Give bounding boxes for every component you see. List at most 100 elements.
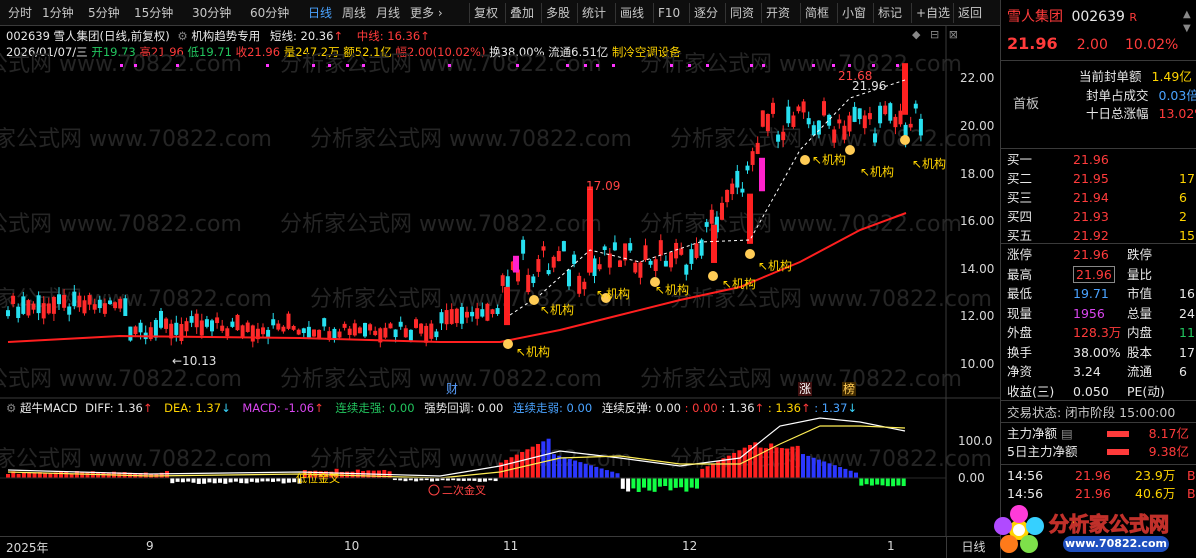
toolbar-button-逐分[interactable]: 逐分 xyxy=(694,4,718,22)
candle-body xyxy=(108,300,112,305)
macd-bar xyxy=(430,478,434,482)
watermark-text: 分析家公式网 www.70822.com xyxy=(0,447,272,472)
macd-bar xyxy=(562,457,567,478)
macd-bar xyxy=(573,460,578,478)
macd-bar xyxy=(822,461,827,478)
toolbar-button-画线[interactable]: 画线 xyxy=(620,4,644,22)
candle-body xyxy=(470,311,475,317)
candle-body xyxy=(296,329,301,335)
tab-月线[interactable]: 月线 xyxy=(376,4,400,22)
macd-bar xyxy=(679,478,684,488)
candle-body xyxy=(393,329,398,338)
cai-label[interactable]: 财 xyxy=(446,382,458,396)
macd-bar xyxy=(525,449,530,478)
toolbar-button-统计[interactable]: 统计 xyxy=(582,4,606,22)
stat-row: 最低 19.71 市值 16 xyxy=(1007,285,1195,303)
macd-bar xyxy=(758,447,763,478)
macd-header: ⚙ 超牛MACD DIFF: 1.36↑ DEA: 1.37↓ MACD: -1… xyxy=(6,400,857,416)
kline-chart[interactable]: 分析家公式网 www.70822.com 分析家公式网 www.70822.com… xyxy=(0,26,1000,536)
stat-label: 股本 xyxy=(1127,344,1153,360)
low-label: ←10.13 xyxy=(172,354,216,368)
toolbar-button-F10[interactable]: F10 xyxy=(658,4,680,22)
macd-bar xyxy=(64,471,69,478)
candle-body xyxy=(449,309,454,324)
book-price: 21.96 xyxy=(1073,152,1109,167)
watermark-text: 分析家公式网 www.70822.com xyxy=(280,212,602,237)
toolbar-divider xyxy=(615,3,616,23)
macd-bar xyxy=(361,471,366,478)
special-candle xyxy=(513,255,519,273)
ten-day-value: 13.02% xyxy=(1158,106,1196,121)
book-volume: 6 xyxy=(1179,190,1187,205)
candle-body xyxy=(184,321,189,332)
tab-周线[interactable]: 周线 xyxy=(342,4,366,22)
list-icon[interactable]: ▤ xyxy=(1061,426,1073,441)
candle-body xyxy=(57,294,61,305)
candle-body xyxy=(368,324,373,331)
toolbar-button-小窗[interactable]: 小窗 xyxy=(842,4,866,22)
macd-bar xyxy=(414,478,419,482)
stat-label: 换手 xyxy=(1007,344,1033,360)
stat-row: 外盘 128.3万 内盘 11 xyxy=(1007,324,1195,342)
jigou-label: ↖机构 xyxy=(540,302,574,317)
stat-value: 21.96 xyxy=(1073,247,1109,262)
macd-axis-100: 100.0 xyxy=(958,434,993,448)
candle-body xyxy=(240,325,245,337)
candle-body xyxy=(92,304,97,310)
candle-body xyxy=(918,118,923,136)
bang-label[interactable]: 榜 xyxy=(843,381,855,396)
tab-日线[interactable]: 日线 xyxy=(308,4,332,22)
macd-bar xyxy=(615,473,620,478)
jigou-label: ↖机构 xyxy=(758,258,792,273)
macd-bar xyxy=(196,478,201,484)
macd-bar xyxy=(180,478,185,483)
trade-status: 交易状态: 闭市阶段 15:00:00 xyxy=(1007,405,1176,420)
bag-icon xyxy=(529,295,539,305)
toolbar-button-标记[interactable]: 标记 xyxy=(878,4,902,22)
candle-body xyxy=(694,243,699,258)
tab-分时[interactable]: 分时 xyxy=(8,4,32,22)
candle-body xyxy=(159,310,163,328)
tab-30分钟[interactable]: 30分钟 xyxy=(192,4,231,22)
signal-dot xyxy=(176,64,179,67)
stat-label: 最低 xyxy=(1007,286,1033,301)
tick-direction: B xyxy=(1187,468,1196,483)
candle-body xyxy=(424,325,429,343)
toolbar-button-简框[interactable]: 简框 xyxy=(805,4,829,22)
time-label: 1 xyxy=(887,539,895,553)
tab-5分钟[interactable]: 5分钟 xyxy=(88,4,120,22)
signal-dot xyxy=(346,64,349,67)
macd-bar xyxy=(859,478,864,486)
signal-dot xyxy=(896,64,899,67)
toolbar-button-复权[interactable]: 复权 xyxy=(474,4,498,22)
tab-15分钟[interactable]: 15分钟 xyxy=(134,4,173,22)
candle-body xyxy=(755,142,760,154)
candle-body xyxy=(832,129,837,143)
candle-body xyxy=(750,151,755,165)
toolbar-button-开资[interactable]: 开资 xyxy=(766,4,790,22)
toolbar-button-+自选[interactable]: +自选 xyxy=(916,4,950,22)
side-arrows[interactable]: ▲ ▼ xyxy=(1183,8,1193,58)
book-row: 买二 21.95 17 xyxy=(1007,170,1195,188)
macd-bar xyxy=(854,472,858,478)
macd-gear-icon[interactable]: ⚙ xyxy=(6,401,16,415)
candle-body xyxy=(827,114,832,126)
toolbar-button-同资[interactable]: 同资 xyxy=(730,4,754,22)
limit-up-candle xyxy=(587,186,593,273)
candle-body xyxy=(740,188,745,193)
toolbar-button-返回[interactable]: 返回 xyxy=(958,4,982,22)
macd-bar xyxy=(567,458,572,478)
macd-bar xyxy=(218,478,222,483)
macd-label-2: 二次金叉 xyxy=(442,483,486,497)
book-volume: 17 xyxy=(1179,171,1195,186)
tab-更多 ›[interactable]: 更多 › xyxy=(410,4,443,22)
macd-bar xyxy=(891,478,896,487)
tab-1分钟[interactable]: 1分钟 xyxy=(42,4,74,22)
toolbar-button-叠加[interactable]: 叠加 xyxy=(510,4,534,22)
candle-body xyxy=(908,123,913,128)
tab-60分钟[interactable]: 60分钟 xyxy=(250,4,289,22)
signal-dot xyxy=(670,64,673,67)
toolbar-button-多股[interactable]: 多股 xyxy=(546,4,570,22)
zhang-label[interactable]: 涨 xyxy=(799,381,811,396)
candle-body xyxy=(261,327,265,335)
